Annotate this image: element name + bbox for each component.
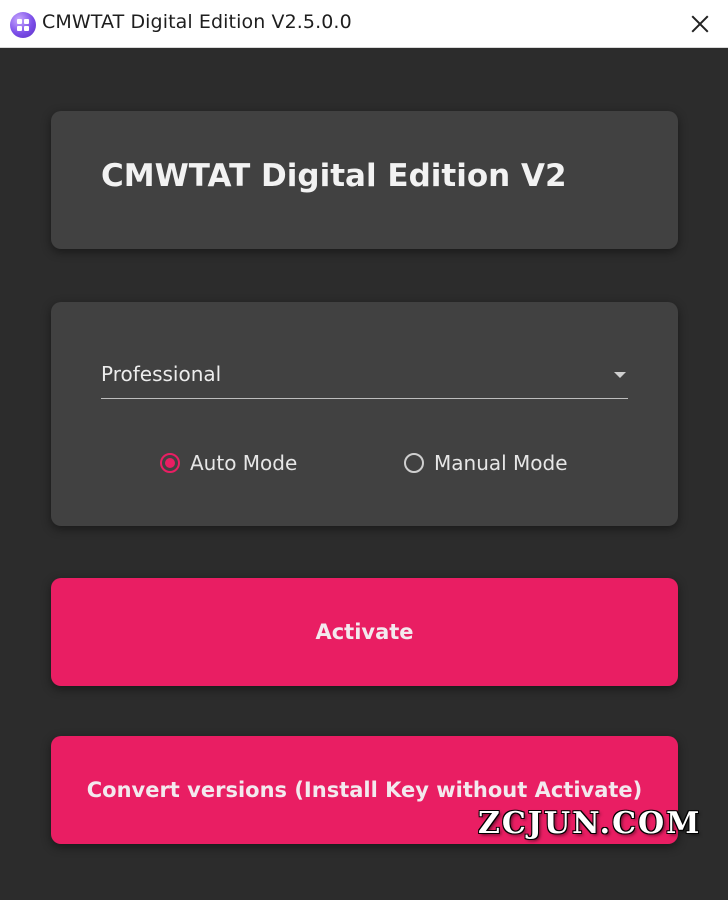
watermark: ZCJUN.COM xyxy=(478,806,702,841)
close-icon[interactable] xyxy=(686,10,714,38)
manual-mode-radio[interactable]: Manual Mode xyxy=(404,449,568,477)
radio-unchecked-icon xyxy=(404,453,424,473)
chevron-down-icon xyxy=(614,372,626,378)
manual-mode-label: Manual Mode xyxy=(434,451,568,475)
options-card: Professional Auto Mode Manual Mode xyxy=(51,302,678,526)
app-window: CMWTAT Digital Edition V2.5.0.0 CMWTAT D… xyxy=(0,0,728,900)
title-bar: CMWTAT Digital Edition V2.5.0.0 xyxy=(0,0,728,48)
auto-mode-radio[interactable]: Auto Mode xyxy=(160,449,297,477)
edition-select[interactable]: Professional xyxy=(101,358,628,399)
page-title: CMWTAT Digital Edition V2 xyxy=(101,158,567,194)
windows-logo-icon xyxy=(10,12,36,38)
activate-button[interactable]: Activate xyxy=(51,578,678,686)
activate-button-label: Activate xyxy=(315,620,414,644)
edition-select-value: Professional xyxy=(101,362,222,386)
radio-checked-icon xyxy=(160,453,180,473)
window-title: CMWTAT Digital Edition V2.5.0.0 xyxy=(42,11,352,33)
auto-mode-label: Auto Mode xyxy=(190,451,298,475)
header-card: CMWTAT Digital Edition V2 xyxy=(51,111,678,249)
convert-versions-button-label: Convert versions (Install Key without Ac… xyxy=(86,778,643,802)
